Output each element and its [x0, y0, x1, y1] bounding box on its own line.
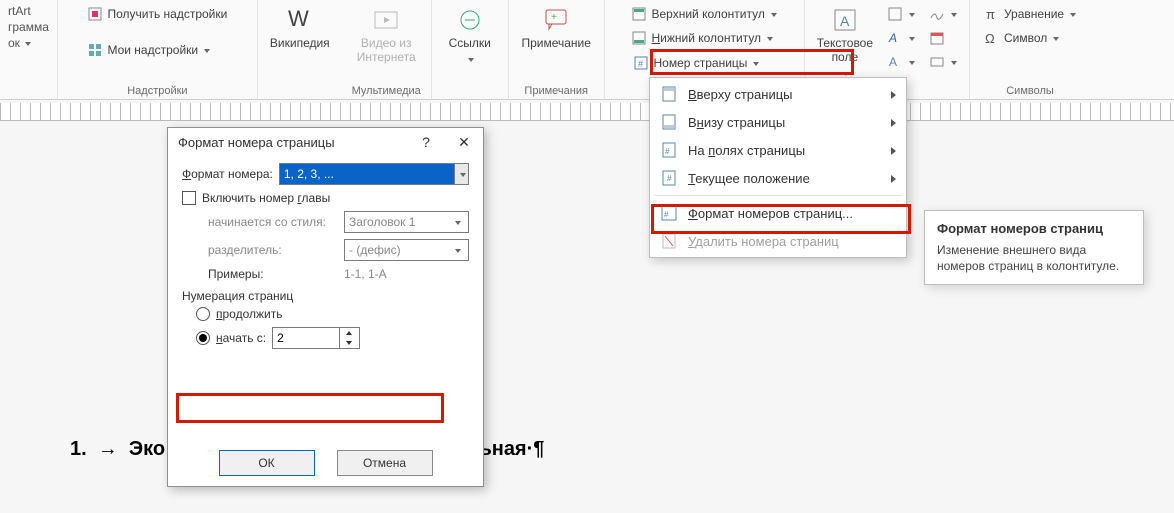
- online-video-button[interactable]: Видео из Интернета: [353, 4, 420, 66]
- parts-icon: [887, 6, 903, 22]
- examples-value: 1-1, 1-A: [344, 267, 387, 281]
- start-at-spinner[interactable]: [272, 327, 360, 349]
- group-label-media: Мультимедиа: [352, 83, 421, 97]
- dropcap-button[interactable]: A: [883, 52, 919, 72]
- menu-format-page-numbers[interactable]: # Формат номеров страниц...: [650, 199, 906, 227]
- group-label-symbols: Символы: [1006, 83, 1054, 97]
- svg-text:+: +: [551, 12, 557, 23]
- date-icon: [929, 30, 945, 46]
- cancel-button[interactable]: Отмена: [337, 450, 433, 476]
- menu-top-of-page[interactable]: Вверху страницы: [650, 80, 906, 108]
- ruler: [0, 103, 1174, 121]
- svg-text:#: #: [638, 59, 643, 69]
- store-icon: [87, 6, 103, 22]
- chapter-style-select[interactable]: Заголовок 1: [344, 211, 469, 233]
- pi-icon: π: [984, 6, 1000, 22]
- page-current-icon: #: [660, 169, 678, 187]
- group-label-comments: Примечания: [524, 83, 588, 97]
- format-icon: #: [660, 204, 678, 222]
- tooltip: Формат номеров страниц Изменение внешнег…: [924, 210, 1144, 285]
- start-at-radio[interactable]: [196, 331, 210, 345]
- svg-text:A: A: [889, 55, 897, 69]
- start-at-input[interactable]: [273, 328, 339, 348]
- link-icon: [456, 6, 484, 34]
- page-number-button[interactable]: # Номер страницы: [627, 52, 780, 74]
- spin-down[interactable]: [340, 338, 357, 348]
- dropcap-icon: A: [887, 54, 903, 70]
- smartart-fragment: rtArt: [8, 4, 49, 18]
- obj-icon: [929, 54, 945, 70]
- page-top-icon: [660, 85, 678, 103]
- svg-text:A: A: [840, 13, 850, 29]
- numbering-section-label: Нумерация страниц: [182, 289, 469, 303]
- page-number-format-dialog: Формат номера страницы ? ✕ Формат номера…: [167, 127, 484, 487]
- quick-parts-button[interactable]: [883, 4, 919, 24]
- include-chapter-checkbox[interactable]: [182, 191, 196, 205]
- svg-text:Ω: Ω: [985, 31, 995, 46]
- svg-text:W: W: [288, 6, 309, 31]
- spin-up[interactable]: [340, 328, 357, 338]
- menu-current-position[interactable]: # Текущее положение: [650, 164, 906, 192]
- footer-button[interactable]: Нижний колонтитул: [627, 28, 780, 48]
- svg-text:#: #: [664, 210, 669, 219]
- svg-text:#: #: [667, 174, 672, 183]
- continue-radio[interactable]: [196, 307, 210, 321]
- menu-bottom-of-page[interactable]: Внизу страницы: [650, 108, 906, 136]
- get-addins-button[interactable]: Получить надстройки: [83, 4, 231, 24]
- page-number-menu: Вверху страницы Внизу страницы # На поля…: [649, 77, 907, 258]
- dialog-title: Формат номера страницы: [178, 135, 335, 150]
- symbol-button[interactable]: Ω Символ: [980, 28, 1080, 48]
- links-button[interactable]: Ссылки: [440, 4, 500, 68]
- dialog-help-button[interactable]: ?: [417, 134, 435, 151]
- my-addins-button[interactable]: Мои надстройки: [83, 40, 231, 60]
- remove-icon: [660, 232, 678, 250]
- number-format-select[interactable]: 1, 2, 3, ...: [279, 163, 469, 185]
- addins-icon: [87, 42, 103, 58]
- dialog-close-button[interactable]: ✕: [455, 134, 473, 151]
- equation-button[interactable]: π Уравнение: [980, 4, 1080, 24]
- footer-icon: [631, 30, 647, 46]
- comment-icon: +: [542, 6, 570, 34]
- datetime-button[interactable]: [925, 28, 961, 48]
- ok-button[interactable]: ОК: [219, 450, 315, 476]
- header-icon: [631, 6, 647, 22]
- header-button[interactable]: Верхний колонтитул: [627, 4, 780, 24]
- page-bottom-icon: [660, 113, 678, 131]
- svg-text:A: A: [888, 31, 897, 45]
- comment-button[interactable]: + Примечание: [517, 4, 594, 52]
- svg-text:#: #: [665, 147, 670, 156]
- menu-page-margins[interactable]: # На полях страницы: [650, 136, 906, 164]
- separator-select[interactable]: - (дефис): [344, 239, 469, 261]
- page-margin-icon: #: [660, 141, 678, 159]
- menu-remove-page-numbers: Удалить номера страниц: [650, 227, 906, 255]
- group-label-addins: Надстройки: [127, 83, 187, 97]
- ribbon: rtArt грамма ок Получить надстройки Мои …: [0, 0, 1174, 100]
- tooltip-title: Формат номеров страниц: [937, 221, 1131, 236]
- signature-button[interactable]: [925, 4, 961, 24]
- svg-text:π: π: [986, 7, 995, 22]
- omega-icon: Ω: [984, 30, 1000, 46]
- object-button[interactable]: [925, 52, 961, 72]
- wordart-button[interactable]: A: [883, 28, 919, 48]
- wikipedia-icon: W: [286, 6, 314, 34]
- wikipedia-button[interactable]: W Википедия: [266, 4, 334, 52]
- page-number-icon: #: [633, 55, 649, 71]
- textbox-button[interactable]: A Текстовое поле: [813, 4, 877, 82]
- sig-icon: [929, 6, 945, 22]
- wordart-icon: A: [887, 30, 903, 46]
- textbox-icon: A: [831, 6, 859, 34]
- video-icon: [372, 6, 400, 34]
- tooltip-body: Изменение внешнего вида номеров страниц …: [937, 242, 1131, 274]
